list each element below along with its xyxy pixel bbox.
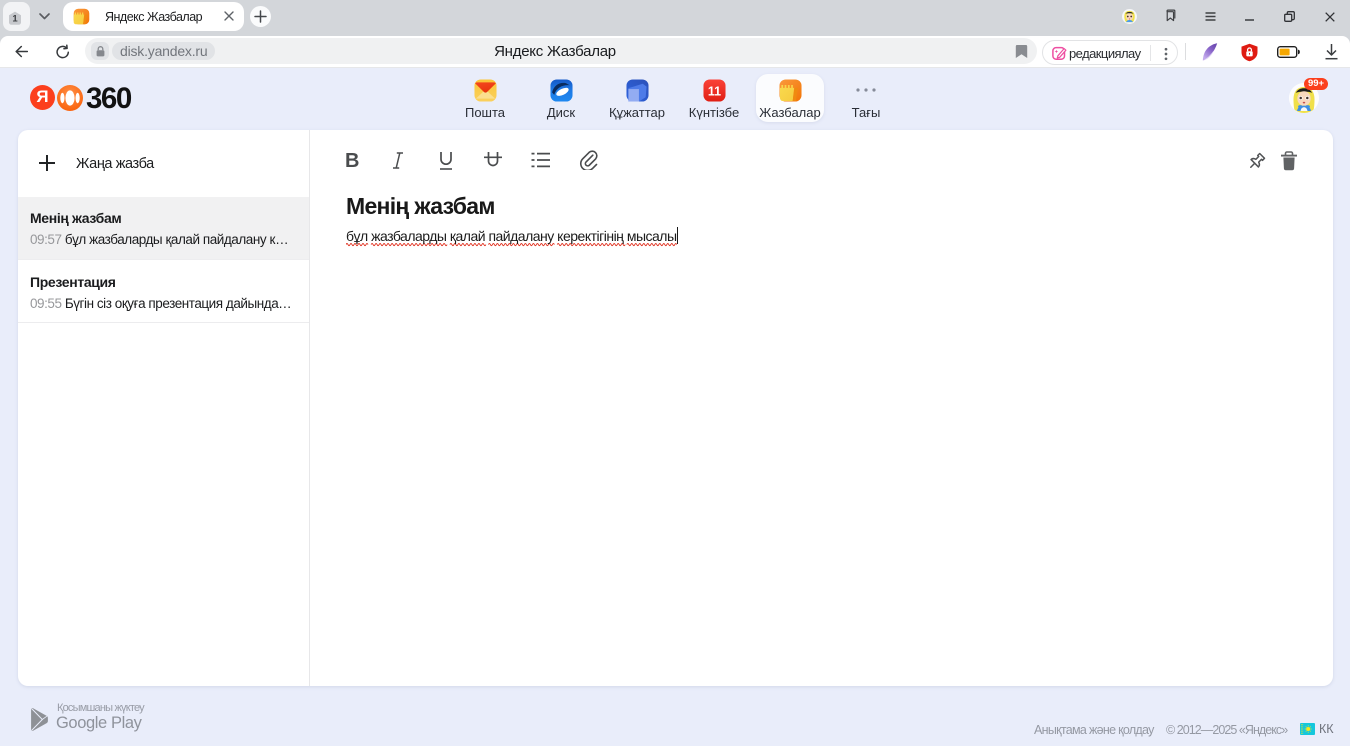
svg-text:11: 11 <box>707 84 720 98</box>
svg-text:1: 1 <box>12 13 18 24</box>
